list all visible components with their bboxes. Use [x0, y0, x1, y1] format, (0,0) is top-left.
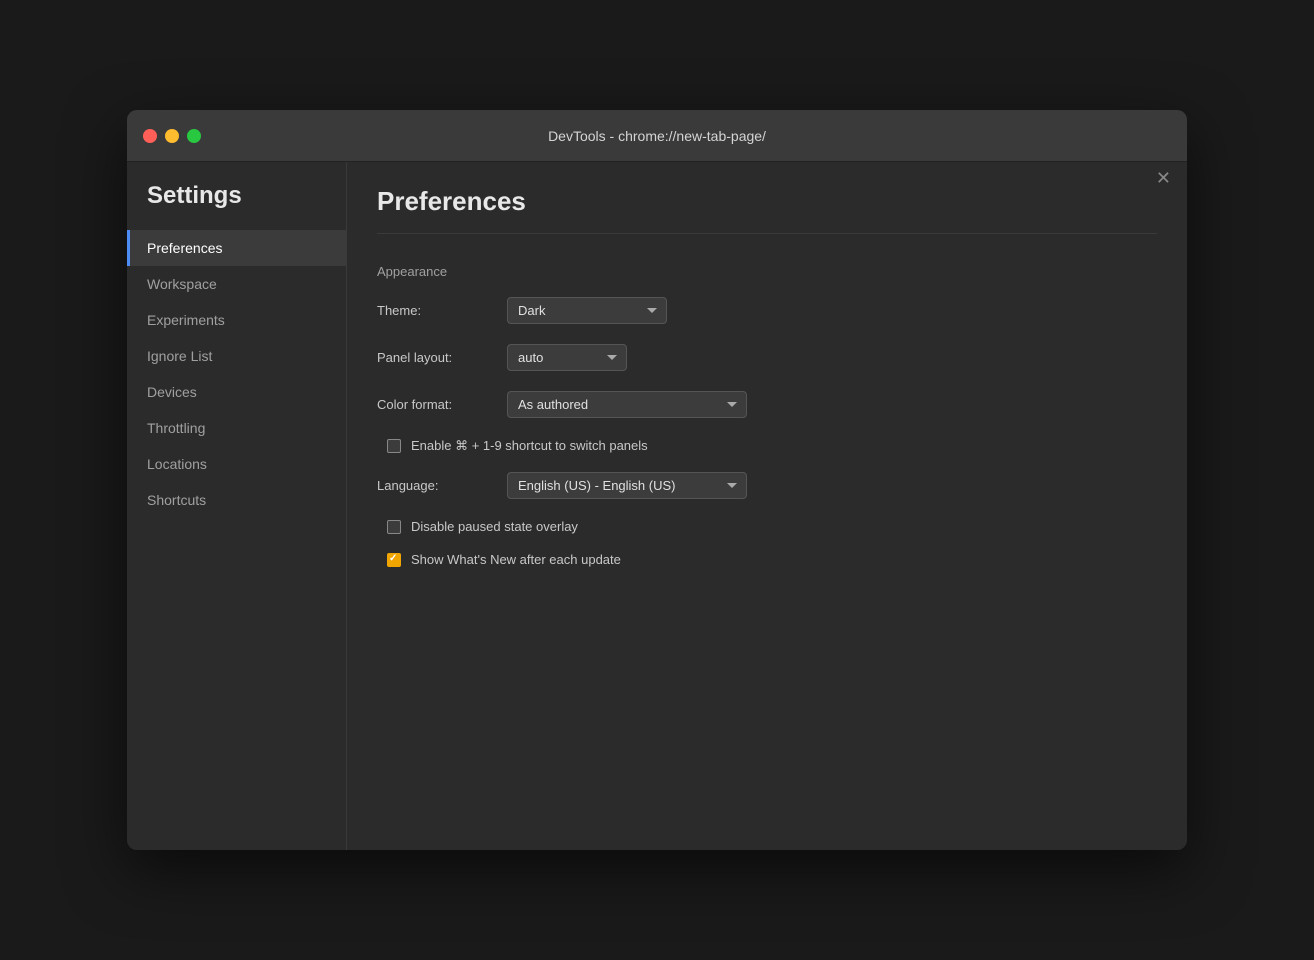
language-label: Language: [377, 478, 507, 493]
traffic-lights [143, 129, 201, 143]
content-area: Preferences Appearance Theme: Default Da… [347, 162, 1187, 850]
panel-layout-select[interactable]: auto horizontal vertical [507, 344, 627, 371]
sidebar: Settings Preferences Workspace Experimen… [127, 162, 347, 850]
sidebar-heading: Settings [127, 182, 346, 230]
page-title: Preferences [377, 186, 1157, 217]
checkbox-whats-new-row: Show What's New after each update [377, 552, 1157, 567]
panel-layout-label: Panel layout: [377, 350, 507, 365]
sidebar-item-shortcuts[interactable]: Shortcuts [127, 482, 346, 518]
checkbox-panels-input[interactable] [387, 439, 401, 453]
theme-label: Theme: [377, 303, 507, 318]
theme-row: Theme: Default Dark Light System prefere… [377, 297, 1157, 324]
checkbox-panels-label[interactable]: Enable ⌘ + 1-9 shortcut to switch panels [411, 438, 648, 454]
color-format-label: Color format: [377, 397, 507, 412]
sidebar-item-throttling[interactable]: Throttling [127, 410, 346, 446]
section-divider [377, 233, 1157, 234]
close-settings-button[interactable]: ✕ [1156, 169, 1171, 187]
sidebar-item-workspace[interactable]: Workspace [127, 266, 346, 302]
sidebar-item-devices[interactable]: Devices [127, 374, 346, 410]
sidebar-item-locations[interactable]: Locations [127, 446, 346, 482]
checkbox-paused-input[interactable] [387, 520, 401, 534]
sidebar-item-experiments[interactable]: Experiments [127, 302, 346, 338]
language-select[interactable]: English (US) - English (US) English (UK)… [507, 472, 747, 499]
checkbox-whats-new-input[interactable] [387, 553, 401, 567]
color-format-row: Color format: As authored HEX RGB HSL [377, 391, 1157, 418]
titlebar: DevTools - chrome://new-tab-page/ [127, 110, 1187, 162]
main-content: Settings Preferences Workspace Experimen… [127, 162, 1187, 850]
checkbox-paused-row: Disable paused state overlay [377, 519, 1157, 534]
window-title: DevTools - chrome://new-tab-page/ [548, 128, 766, 144]
minimize-button-traffic[interactable] [165, 129, 179, 143]
sidebar-item-ignore-list[interactable]: Ignore List [127, 338, 346, 374]
close-button-traffic[interactable] [143, 129, 157, 143]
color-format-select[interactable]: As authored HEX RGB HSL [507, 391, 747, 418]
section-appearance-title: Appearance [377, 254, 1157, 279]
content-header: Preferences [347, 162, 1187, 233]
maximize-button-traffic[interactable] [187, 129, 201, 143]
devtools-window: DevTools - chrome://new-tab-page/ Settin… [127, 110, 1187, 850]
sidebar-item-preferences[interactable]: Preferences [127, 230, 346, 266]
panel-layout-row: Panel layout: auto horizontal vertical [377, 344, 1157, 371]
language-row: Language: English (US) - English (US) En… [377, 472, 1157, 499]
checkbox-panels-row: Enable ⌘ + 1-9 shortcut to switch panels [377, 438, 1157, 454]
content-scroll[interactable]: Appearance Theme: Default Dark Light Sys… [347, 233, 1187, 850]
theme-select[interactable]: Default Dark Light System preference [507, 297, 667, 324]
checkbox-whats-new-label[interactable]: Show What's New after each update [411, 552, 621, 567]
checkbox-paused-label[interactable]: Disable paused state overlay [411, 519, 578, 534]
